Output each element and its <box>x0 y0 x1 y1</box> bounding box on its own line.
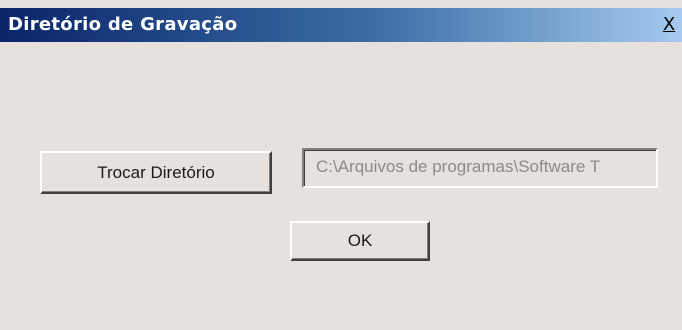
directory-dialog: Diretório de Gravação X Trocar Diretório… <box>0 0 682 330</box>
close-button[interactable]: X <box>658 14 680 36</box>
change-directory-label: Trocar Diretório <box>97 162 215 182</box>
window-title: Diretório de Gravação <box>8 14 238 35</box>
directory-path-field: C:\Arquivos de programas\Software T <box>302 148 658 188</box>
ok-button[interactable]: OK <box>290 221 430 261</box>
close-icon: X <box>662 14 676 35</box>
ok-label: OK <box>347 231 373 250</box>
change-directory-button[interactable]: Trocar Diretório <box>40 151 272 194</box>
title-bar[interactable]: Diretório de Gravação X <box>0 8 682 42</box>
